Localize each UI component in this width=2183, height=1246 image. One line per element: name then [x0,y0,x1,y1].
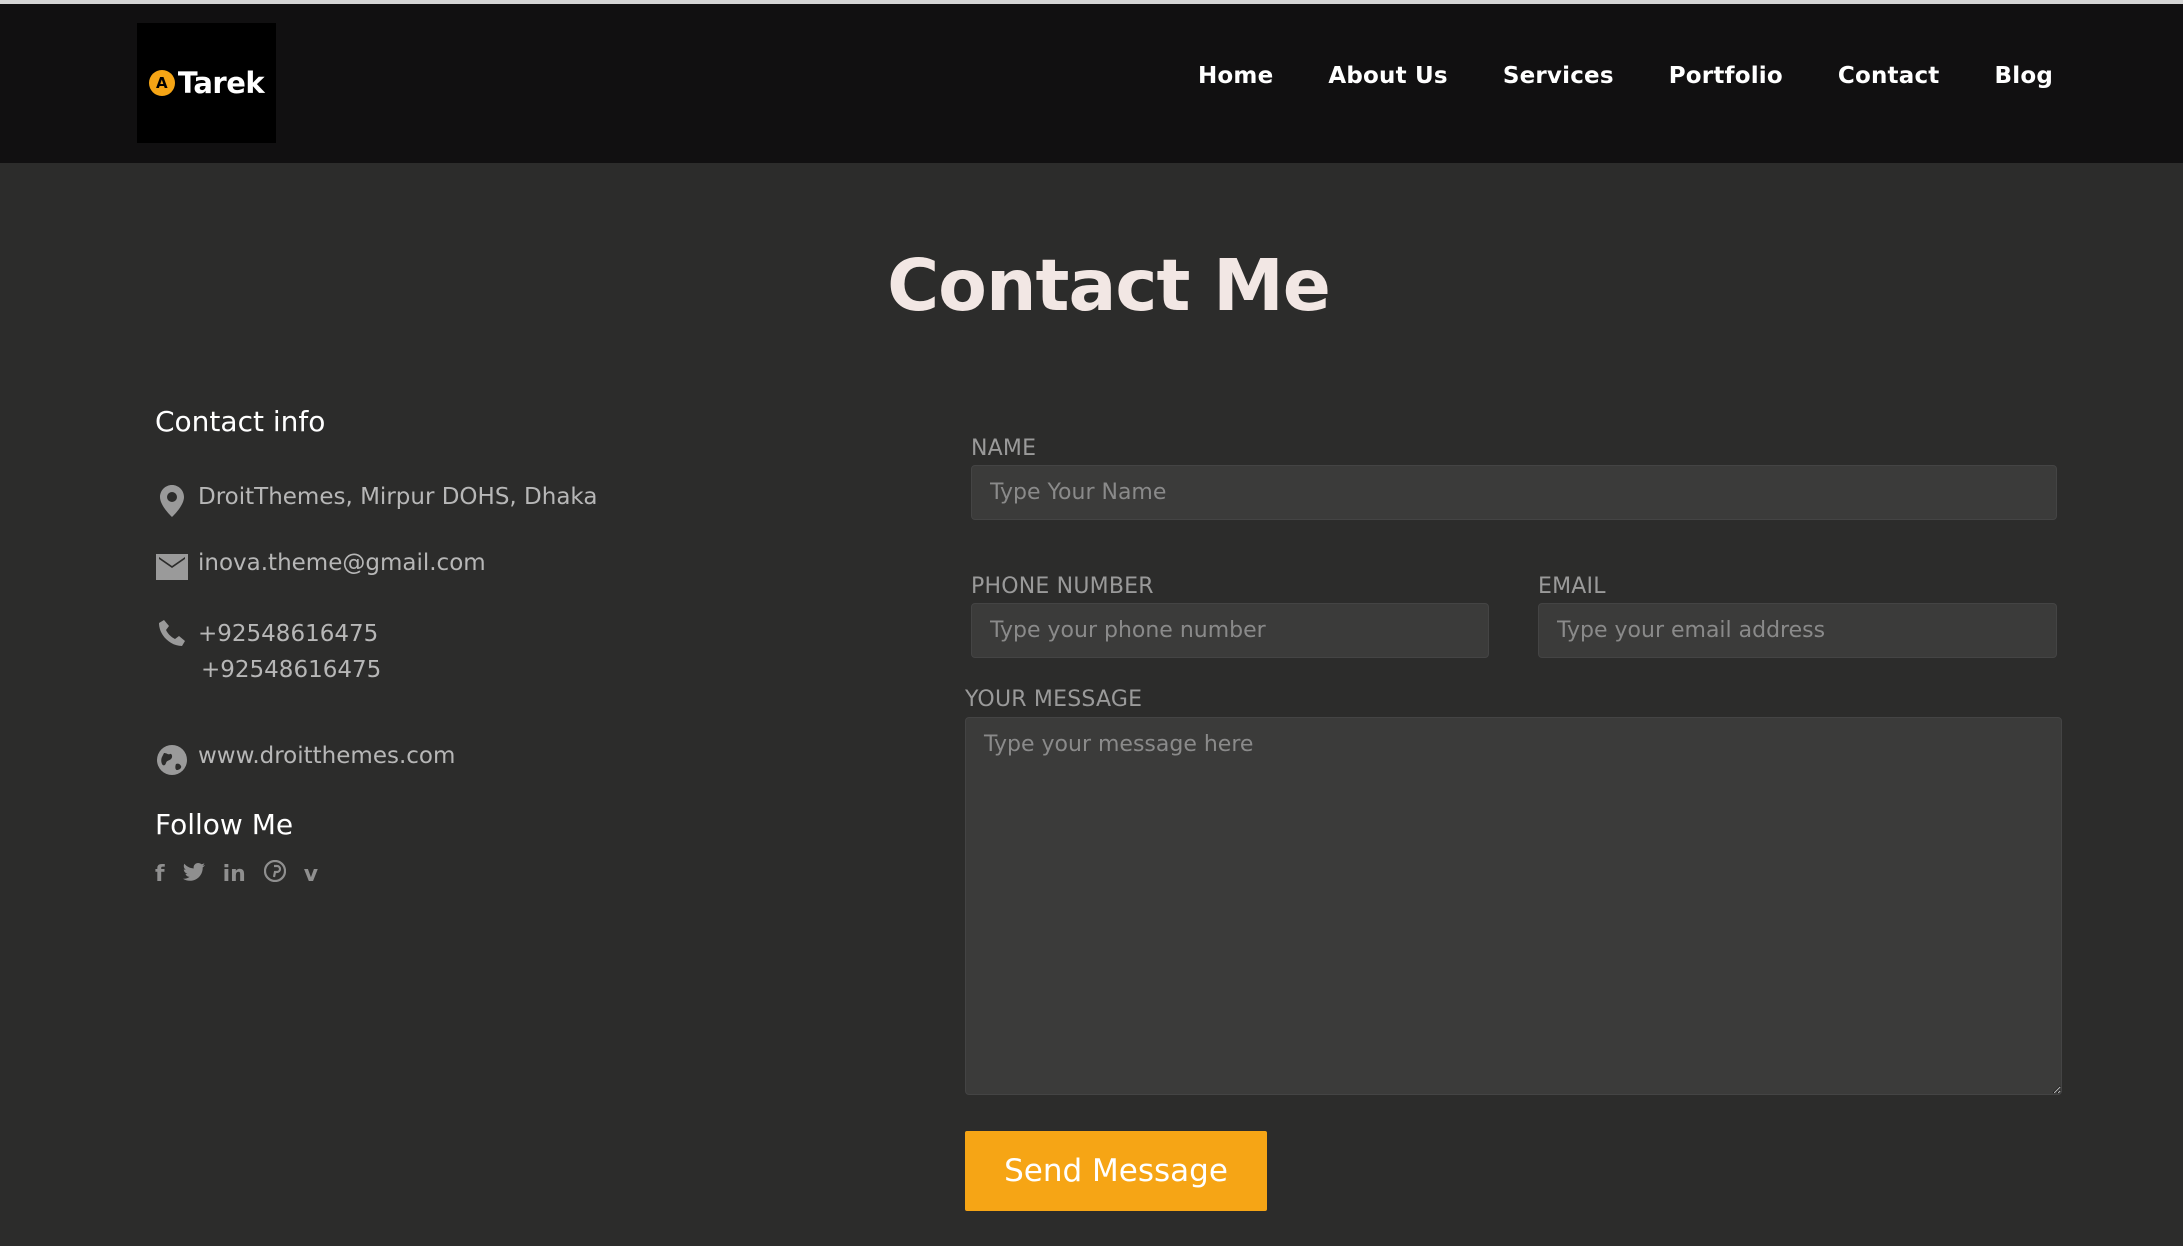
pinterest-icon[interactable] [263,859,286,888]
contact-info-heading: Contact info [155,405,326,438]
phone-icon [155,616,189,650]
name-label: NAME [971,436,1037,461]
vimeo-icon[interactable]: v [304,862,318,887]
location-pin-icon [155,484,189,518]
name-input[interactable] [971,465,2057,520]
phone-row: +92548616475 +92548616475 [155,616,381,688]
send-message-button[interactable]: Send Message [965,1131,1267,1211]
website-row: www.droitthemes.com [155,743,455,777]
main-nav: Home About Us Services Portfolio Contact… [1198,63,2053,89]
phone-label: PHONE NUMBER [971,574,1154,599]
logo-icon: A [148,70,175,96]
email-input[interactable] [1538,603,2057,658]
social-links: f in v [155,859,318,888]
phone-number-2[interactable]: +92548616475 [198,652,381,688]
email-row: inova.theme@gmail.com [155,550,486,584]
globe-icon [155,743,189,777]
site-header: A Tarek Home About Us Services Portfolio… [0,4,2183,163]
nav-portfolio[interactable]: Portfolio [1669,63,1783,89]
facebook-icon[interactable]: f [155,862,165,887]
email-text[interactable]: inova.theme@gmail.com [198,550,486,576]
address-text: DroitThemes, Mirpur DOHS, Dhaka [198,484,598,510]
nav-blog[interactable]: Blog [1995,63,2053,89]
nav-about-us[interactable]: About Us [1328,63,1447,89]
email-label: EMAIL [1538,574,1606,599]
address-row: DroitThemes, Mirpur DOHS, Dhaka [155,484,597,518]
follow-heading: Follow Me [155,808,294,841]
message-label: YOUR MESSAGE [965,687,1143,712]
phone-number-1[interactable]: +92548616475 [198,616,381,652]
website-text[interactable]: www.droitthemes.com [198,743,455,769]
nav-services[interactable]: Services [1503,63,1614,89]
linkedin-icon[interactable]: in [223,862,246,887]
nav-contact[interactable]: Contact [1838,63,1940,89]
mail-icon [155,550,189,584]
message-textarea[interactable] [965,717,2062,1095]
twitter-icon[interactable] [182,862,205,887]
logo[interactable]: A Tarek [137,23,276,143]
phone-list: +92548616475 +92548616475 [198,616,381,688]
logo-text: Tarek [177,66,265,100]
phone-input[interactable] [971,603,1489,658]
nav-home[interactable]: Home [1198,63,1273,89]
page-title: Contact Me [887,244,1331,327]
